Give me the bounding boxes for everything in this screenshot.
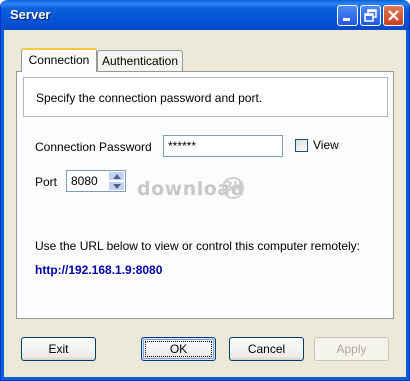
view-label[interactable]: View — [313, 138, 339, 152]
close-icon — [388, 10, 399, 21]
info-text: Specify the connection password and port… — [36, 91, 263, 105]
chevron-down-icon — [113, 184, 121, 189]
view-checkbox[interactable] — [295, 139, 308, 152]
cancel-button[interactable]: Cancel — [229, 337, 304, 361]
download3k-badge: 3k — [222, 177, 244, 199]
minimize-button[interactable] — [337, 5, 358, 26]
tab-connection-label: Connection — [28, 53, 90, 67]
password-label: Connection Password — [35, 140, 152, 154]
title-bar[interactable]: Server — [1, 0, 409, 30]
exit-button-label: Exit — [48, 342, 69, 356]
close-button[interactable] — [383, 5, 404, 26]
tab-connection[interactable]: Connection — [21, 48, 97, 72]
restore-button[interactable] — [360, 5, 381, 26]
apply-button[interactable]: Apply — [314, 337, 389, 361]
info-box: Specify the connection password and port… — [23, 77, 388, 117]
window-frame-left — [1, 30, 4, 380]
window-frame-bottom — [1, 377, 409, 380]
apply-button-label: Apply — [336, 342, 367, 356]
tab-authentication[interactable]: Authentication — [97, 50, 183, 72]
window-frame-right — [406, 30, 409, 380]
server-dialog: Server Connection Authentication Specify… — [0, 0, 410, 381]
url-caption: Use the URL below to view or control thi… — [35, 239, 361, 253]
port-spin-down-button[interactable] — [108, 181, 125, 191]
tab-authentication-label: Authentication — [101, 54, 179, 68]
exit-button[interactable]: Exit — [21, 337, 96, 361]
server-url: http://192.168.1.9:8080 — [35, 263, 163, 277]
cancel-button-label: Cancel — [247, 342, 286, 356]
restore-icon — [364, 9, 377, 22]
chevron-up-icon — [113, 174, 121, 179]
window-title: Server — [10, 7, 51, 22]
password-field[interactable] — [163, 135, 283, 157]
port-label: Port — [35, 175, 58, 189]
focus-rectangle — [145, 341, 212, 357]
minimize-icon — [343, 18, 350, 21]
port-spin-up-button[interactable] — [108, 171, 125, 181]
ok-button[interactable]: OK — [141, 337, 216, 361]
